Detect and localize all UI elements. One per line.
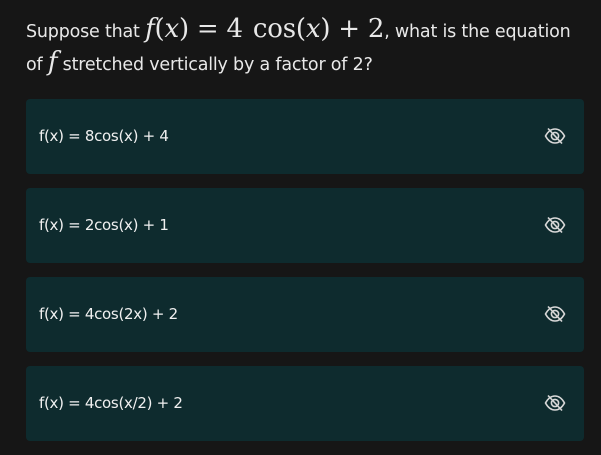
eye-off-icon[interactable] [544,127,566,145]
question-line2-prefix: of [26,55,43,75]
answer-option-1[interactable]: f(x) = 8cos(x) + 4 [26,99,584,174]
formula-open-paren: ( [154,14,165,44]
question-prefix: Suppose that [26,22,140,42]
question-formula: f(x) = 4 cos(x) +2 [145,14,384,44]
answer-options: f(x) = 8cos(x) + 4 f(x) = 2cos(x) + 1 f(… [26,99,584,455]
formula-coefficient: 4 [226,14,244,44]
answer-option-4[interactable]: f(x) = 4cos(x/2) + 2 [26,366,584,441]
question-middle: , what is the equation [384,22,571,42]
formula-close-paren: ) [178,14,189,44]
eye-off-icon[interactable] [544,216,566,234]
formula-x: x [164,14,179,44]
formula-x-2: x [305,14,321,44]
eye-off-icon[interactable] [544,394,566,412]
question-text: Suppose that f(x) = 4 cos(x) +2, what is th… [26,16,586,82]
eye-off-icon[interactable] [544,305,566,323]
formula-equals: = [196,14,219,44]
formula-f: f [145,14,155,44]
question-line2-f: f [47,47,58,77]
question-line2-suffix: stretched vertically by a factor of 2? [62,55,373,75]
answer-option-2[interactable]: f(x) = 2cos(x) + 1 [26,188,584,263]
formula-constant: 2 [367,14,385,44]
formula-cos: cos [252,14,296,44]
answer-option-label: f(x) = 4cos(x/2) + 2 [39,394,183,412]
formula-close-paren-2: ) [320,14,331,44]
formula-plus: + [338,14,360,44]
answer-option-label: f(x) = 4cos(2x) + 2 [39,305,178,323]
formula-open-paren-2: ( [295,14,306,44]
answer-option-label: f(x) = 8cos(x) + 4 [39,127,169,145]
answer-option-label: f(x) = 2cos(x) + 1 [39,216,169,234]
answer-option-3[interactable]: f(x) = 4cos(2x) + 2 [26,277,584,352]
